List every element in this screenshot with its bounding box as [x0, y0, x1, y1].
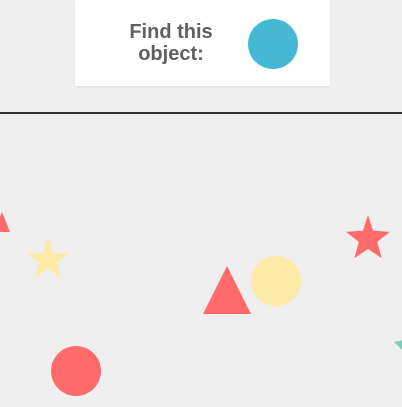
teal-shape-partial-right[interactable]	[394, 340, 402, 352]
play-field	[0, 212, 402, 396]
red-triangle[interactable]	[203, 266, 251, 314]
game-stage: Find this object:	[0, 0, 402, 407]
yellow-star[interactable]	[27, 238, 69, 278]
red-circle[interactable]	[51, 346, 101, 396]
red-star[interactable]	[346, 215, 390, 258]
red-triangle-partial-left[interactable]	[0, 212, 10, 232]
yellow-circle[interactable]	[251, 256, 301, 306]
